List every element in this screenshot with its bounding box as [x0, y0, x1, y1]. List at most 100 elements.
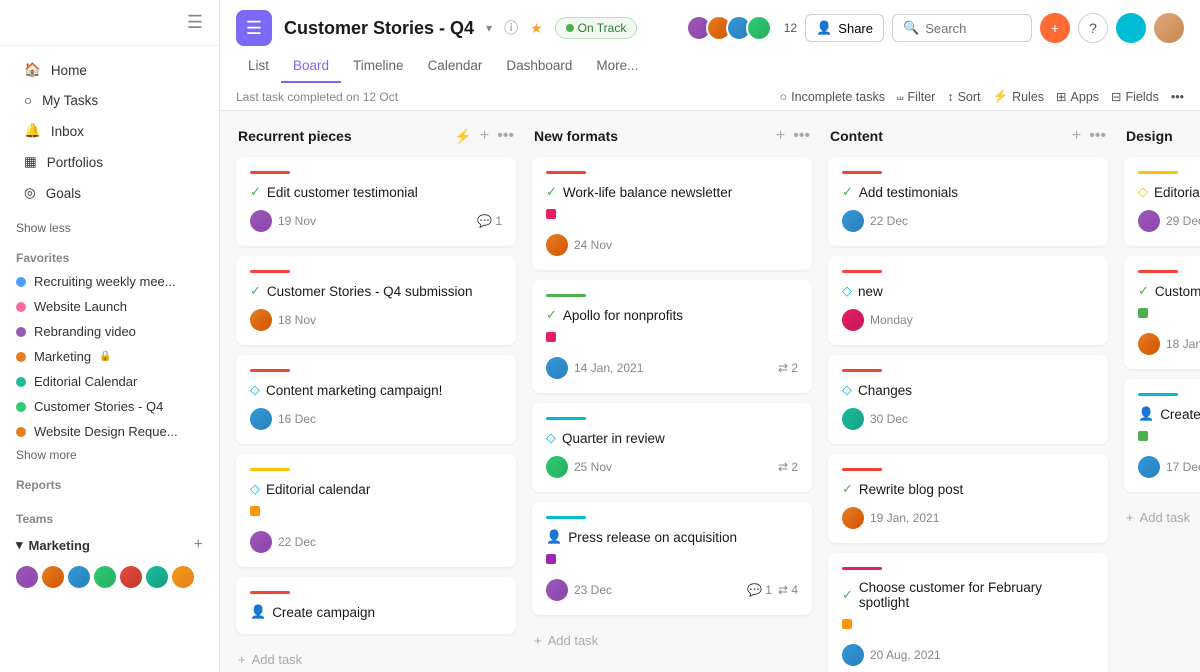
more-options-button[interactable]: •••: [1171, 90, 1184, 104]
column-more-button[interactable]: •••: [1089, 127, 1106, 145]
task-card[interactable]: ◇Editorial cale...29 Dec: [1124, 157, 1200, 246]
column-recurrent-pieces: Recurrent pieces⚡+•••✓Edit customer test…: [236, 127, 516, 656]
tab-calendar[interactable]: Calendar: [416, 50, 495, 83]
rules-button[interactable]: ⚡ Rules: [993, 89, 1045, 104]
teams-marketing-label[interactable]: ▾ Marketing: [16, 537, 90, 553]
complete-check-icon: ✓: [250, 184, 261, 200]
task-card[interactable]: ◇Editorial calendar22 Dec: [236, 454, 516, 567]
sidebar-item-portfolios[interactable]: ▦ Portfolios: [8, 147, 211, 177]
add-task-button[interactable]: + Add task: [1124, 502, 1200, 533]
task-card[interactable]: ✓Customer spo...18 Jan, 2021: [1124, 256, 1200, 369]
teams-add-button[interactable]: +: [194, 536, 203, 554]
search-input[interactable]: [925, 21, 1025, 36]
sidebar-item-mytasks[interactable]: ○ My Tasks: [8, 86, 211, 115]
sidebar-item-goals[interactable]: ◎ Goals: [8, 178, 211, 208]
add-task-button[interactable]: + Add task: [236, 644, 516, 672]
task-card[interactable]: ✓Work-life balance newsletter24 Nov: [532, 157, 812, 270]
task-card[interactable]: ✓Customer Stories - Q4 submission18 Nov: [236, 256, 516, 345]
add-card-button[interactable]: +: [480, 127, 489, 145]
sidebar-item-editorial-calendar[interactable]: Editorial Calendar: [0, 369, 219, 394]
tab-dashboard[interactable]: Dashboard: [494, 50, 584, 83]
card-avatar: [1138, 333, 1160, 355]
sidebar-item-home[interactable]: 🏠 Home: [8, 55, 211, 85]
show-less-toggle[interactable]: Show less: [0, 217, 219, 239]
task-card[interactable]: ✓Apollo for nonprofits14 Jan, 2021⇄ 2: [532, 280, 812, 393]
apps-icon: ⊞: [1056, 89, 1066, 104]
sidebar-item-marketing[interactable]: Marketing 🔒: [0, 344, 219, 369]
sort-icon: ↕: [947, 90, 953, 104]
filter-button[interactable]: ⧢ Filter: [897, 89, 935, 104]
status-badge[interactable]: On Track: [555, 17, 638, 39]
card-color-bar: [1138, 393, 1178, 396]
card-tag-row: [250, 503, 502, 521]
task-card[interactable]: 👤Press release on acquisition23 Dec💬 1⇄ …: [532, 502, 812, 615]
tab-board[interactable]: Board: [281, 50, 341, 83]
task-card[interactable]: ◇Content marketing campaign!16 Dec: [236, 355, 516, 444]
card-meta: 16 Dec: [250, 408, 502, 430]
card-tag: [250, 506, 260, 516]
sidebar-item-website-launch[interactable]: Website Launch: [0, 294, 219, 319]
add-card-button[interactable]: +: [776, 127, 785, 145]
lightning-icon[interactable]: ⚡: [454, 128, 471, 145]
task-card[interactable]: ◇Changes30 Dec: [828, 355, 1108, 444]
complete-check-icon: ✓: [1138, 283, 1149, 299]
complete-check-icon: ✓: [842, 587, 853, 603]
card-title-text: Edit customer testimonial: [267, 185, 418, 200]
grid-icon: ▦: [24, 154, 37, 170]
sidebar-item-label: Marketing: [34, 349, 91, 364]
info-icon[interactable]: ⓘ: [504, 18, 518, 38]
card-color-bar: [250, 369, 290, 372]
card-right-meta: ⇄ 2: [778, 361, 798, 375]
search-box[interactable]: 🔍: [892, 14, 1032, 42]
task-card[interactable]: ✓Add testimonials22 Dec: [828, 157, 1108, 246]
color-button[interactable]: [1116, 13, 1146, 43]
subtask-count: ⇄ 2: [778, 460, 798, 474]
sidebar-item-label: My Tasks: [42, 93, 98, 108]
add-task-button[interactable]: + Add task: [532, 625, 812, 656]
sidebar-item-customer-stories---q[interactable]: Customer Stories - Q4: [0, 394, 219, 419]
sidebar-item-inbox[interactable]: 🔔 Inbox: [8, 116, 211, 146]
task-card[interactable]: ◇newMonday: [828, 256, 1108, 345]
avatar: [94, 566, 116, 588]
star-icon[interactable]: ★: [530, 20, 543, 37]
user-avatar[interactable]: [1154, 13, 1184, 43]
sidebar-item-website-design-reque[interactable]: Website Design Reque...: [0, 419, 219, 444]
lock-icon: 🔒: [99, 351, 111, 362]
card-meta: 19 Jan, 2021: [842, 507, 1094, 529]
sort-button[interactable]: ↕ Sort: [947, 90, 980, 104]
sidebar-toggle[interactable]: ☰: [187, 12, 203, 33]
fields-button[interactable]: ⊟ Fields: [1111, 89, 1159, 104]
apps-button[interactable]: ⊞ Apps: [1056, 89, 1099, 104]
card-date: 17 Dec: [1166, 460, 1200, 474]
card-avatar: [250, 210, 272, 232]
help-button[interactable]: ?: [1078, 13, 1108, 43]
sidebar-nav: 🏠 Home ○ My Tasks 🔔 Inbox ▦ Portfolios ◎…: [0, 46, 219, 217]
tab-more[interactable]: More...: [584, 50, 650, 83]
task-card[interactable]: 👤Create campaign: [236, 577, 516, 634]
card-meta: 18 Jan, 2021: [1138, 333, 1200, 355]
add-card-button[interactable]: +: [1072, 127, 1081, 145]
task-card[interactable]: 👤Create new in...17 Dec: [1124, 379, 1200, 492]
project-title: Customer Stories - Q4: [284, 18, 474, 39]
card-color-bar: [842, 567, 882, 570]
task-card[interactable]: ✓Rewrite blog post 19 Jan, 2021: [828, 454, 1108, 543]
chevron-down-icon[interactable]: ▾: [486, 21, 492, 35]
share-button[interactable]: 👤 Share: [805, 14, 884, 42]
column-more-button[interactable]: •••: [497, 127, 514, 145]
tab-list[interactable]: List: [236, 50, 281, 83]
column-more-button[interactable]: •••: [793, 127, 810, 145]
tab-timeline[interactable]: Timeline: [341, 50, 416, 83]
incomplete-tasks-filter[interactable]: ○ Incomplete tasks: [780, 90, 885, 104]
task-card[interactable]: ◇Quarter in review25 Nov⇄ 2: [532, 403, 812, 492]
sidebar-item-recruiting-weekly-me[interactable]: Recruiting weekly mee...: [0, 269, 219, 294]
show-more-toggle[interactable]: Show more: [0, 444, 219, 466]
add-button[interactable]: +: [1040, 13, 1070, 43]
card-title: ✓ Edit customer testimonial: [250, 184, 502, 200]
card-title-text: Create new in...: [1160, 407, 1200, 422]
sidebar-item-rebranding-video[interactable]: Rebranding video: [0, 319, 219, 344]
card-title: ✓Rewrite blog post: [842, 481, 1094, 497]
card-date: 24 Nov: [574, 238, 612, 252]
task-card[interactable]: ✓Edit customer testimonial19 Nov💬 1: [236, 157, 516, 246]
comment-count: 💬 1: [747, 583, 772, 597]
task-card[interactable]: ✓Choose customer for February spotlight2…: [828, 553, 1108, 672]
